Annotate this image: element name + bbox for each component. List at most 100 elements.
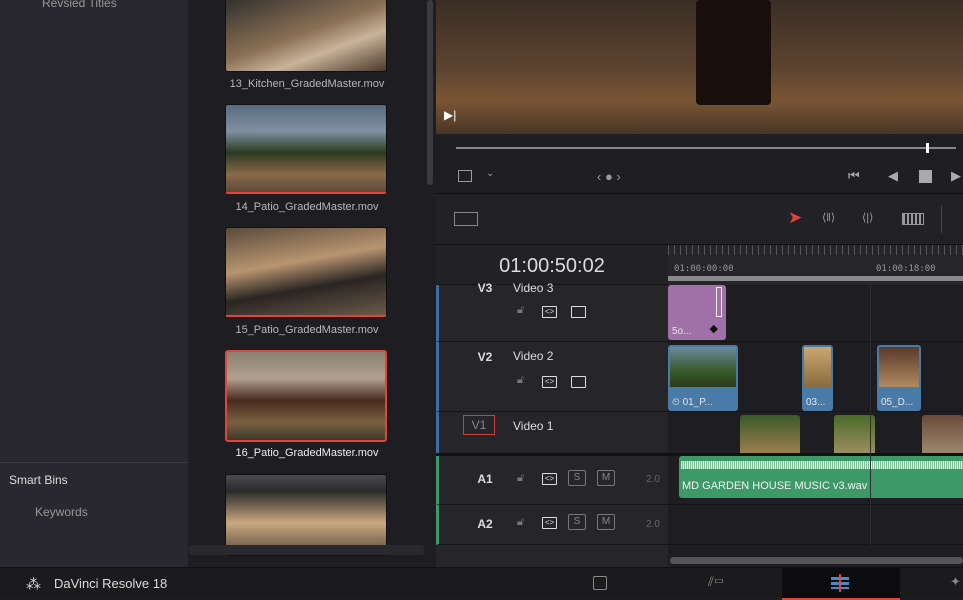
track-header-a2: A2 🔓︎ <> S M 2.0: [436, 505, 668, 545]
playhead-icon-part: [839, 574, 841, 592]
video-clip[interactable]: [740, 415, 800, 455]
davinci-logo-icon: ⁂: [26, 576, 41, 593]
play-to-end-icon[interactable]: ▶|: [444, 108, 456, 122]
track-enable-icon[interactable]: [571, 376, 586, 388]
lock-icon[interactable]: 🔓︎: [517, 516, 524, 529]
clip-thumbnail[interactable]: [225, 474, 387, 556]
clip-thumbnail-selected[interactable]: [225, 350, 387, 442]
dynamic-trim-icon[interactable]: ⟨|⟩: [862, 211, 873, 224]
audio-clip[interactable]: MD GARDEN HOUSE MUSIC v3.wav: [679, 456, 963, 498]
clip-name: 14_Patio_GradedMaster.mov: [235, 201, 379, 213]
track-name[interactable]: Video 3: [513, 281, 553, 295]
wine-bottle: [696, 0, 771, 105]
clip-thumbnail[interactable]: [225, 0, 387, 72]
video-clip[interactable]: ⏲ 01_P...: [668, 345, 738, 411]
clip-name: 5o...: [672, 326, 692, 337]
solo-button[interactable]: S: [568, 470, 586, 486]
mute-button[interactable]: M: [597, 470, 615, 486]
lock-icon[interactable]: 🔓︎: [517, 472, 524, 485]
bin-revised-titles[interactable]: Revsied Titles: [42, 0, 117, 10]
clip-name: 03...: [806, 397, 826, 408]
clip-name: 13_Kitchen_GradedMaster.mov: [229, 78, 385, 90]
track-name[interactable]: Video 2: [513, 349, 553, 363]
track-level: 2.0: [646, 474, 660, 485]
fusion-page-icon[interactable]: ✦: [950, 574, 961, 590]
keyframe-icon: ◆: [709, 323, 718, 335]
track-id: V2: [477, 350, 493, 364]
skip-to-start-icon[interactable]: ⏮: [848, 168, 860, 184]
play-icon[interactable]: ▶: [951, 168, 961, 184]
track-id: A1: [477, 472, 493, 486]
solo-button[interactable]: S: [568, 514, 586, 530]
video-clip[interactable]: 03...: [802, 345, 833, 411]
track-level: 2.0: [646, 519, 660, 530]
clip-thumbnail[interactable]: [225, 104, 387, 194]
track-header-footer: [436, 545, 668, 567]
play-reverse-icon[interactable]: ◀: [888, 168, 898, 184]
auto-select-icon[interactable]: <>: [542, 517, 557, 529]
track-id: V3: [477, 281, 493, 295]
clip-name: ⏲ 01_P...: [672, 397, 713, 408]
smart-bins-header[interactable]: Smart Bins: [9, 473, 68, 487]
track-area-v2: ⏲ 01_P... 03... 05_D...: [668, 342, 963, 412]
divider: [941, 205, 942, 233]
timeline-range-bar[interactable]: [668, 276, 963, 281]
lock-icon[interactable]: 🔓︎: [517, 374, 524, 387]
clip-thumbnail: [879, 347, 919, 387]
playhead-handle[interactable]: [926, 143, 929, 153]
smart-bin-keywords[interactable]: Keywords: [35, 505, 88, 519]
clip-name: MD GARDEN HOUSE MUSIC v3.wav: [682, 480, 868, 492]
ruler-ticks: [668, 245, 963, 255]
track-area-a1: MD GARDEN HOUSE MUSIC v3.wav: [668, 456, 963, 505]
blade-tool-icon[interactable]: [902, 213, 924, 225]
video-clip[interactable]: [834, 415, 875, 455]
media-pool-scrollbar[interactable]: [427, 0, 433, 185]
app-name: DaVinci Resolve 18: [54, 576, 168, 591]
transform-icon[interactable]: [458, 170, 472, 182]
track-header-v1: V1 Video 1: [436, 412, 668, 455]
ruler-label: 01:00:18:00: [876, 264, 936, 274]
stop-icon[interactable]: [919, 170, 932, 183]
media-pool-hscrollbar[interactable]: [189, 545, 424, 555]
track-area-a2: [668, 505, 963, 545]
edit-page-tab[interactable]: [782, 568, 900, 600]
selection-tool-icon[interactable]: ➤: [788, 208, 802, 228]
title-clip[interactable]: 5o... ◆: [668, 285, 726, 340]
video-clip[interactable]: 05_D...: [877, 345, 921, 411]
media-page-icon[interactable]: [593, 576, 607, 590]
trim-tool-icon[interactable]: ⟨‖⟩: [822, 211, 835, 224]
timeline-hscrollbar[interactable]: [670, 557, 963, 564]
auto-select-icon[interactable]: <>: [542, 306, 557, 318]
clip-thumbnail: [670, 347, 736, 387]
timeline-view-options-icon[interactable]: [454, 212, 478, 226]
auto-select-icon[interactable]: <>: [542, 376, 557, 388]
track-header-v3: V3 Video 3 🔓︎ <>: [436, 281, 668, 342]
track-enable-icon[interactable]: [571, 306, 586, 318]
video-clip[interactable]: [922, 415, 963, 455]
timeline-ruler[interactable]: 01:00:00:00 01:00:18:00: [668, 245, 963, 285]
audio-waveform: [681, 461, 963, 469]
lock-icon[interactable]: 🔓︎: [517, 304, 524, 317]
auto-select-icon[interactable]: <>: [542, 473, 557, 485]
clip-name: 15_Patio_GradedMaster.mov: [235, 324, 379, 336]
mute-button[interactable]: M: [597, 514, 615, 530]
clip-name-text: 01_P...: [682, 397, 713, 408]
divider: [0, 462, 188, 463]
clip-thumbnail[interactable]: [225, 227, 387, 317]
timecode-display: 01:00:50:02: [436, 245, 668, 285]
ruler-label: 01:00:00:00: [674, 264, 734, 274]
track-id: A2: [477, 517, 493, 531]
track-area-v3: 5o... ◆: [668, 285, 963, 342]
track-id[interactable]: V1: [463, 415, 495, 435]
clip-name: 05_D...: [881, 397, 914, 408]
cut-page-icon[interactable]: ⫽▭: [708, 574, 724, 590]
chevron-down-icon[interactable]: ⌄: [486, 168, 494, 179]
timeline-footer: [668, 545, 963, 567]
track-header-a1: A1 🔓︎ <> S M 2.0: [436, 456, 668, 505]
prev-next-nav-icon[interactable]: ‹ ● ›: [597, 169, 621, 184]
clip-name: 16_Patio_GradedMaster.mov: [235, 447, 379, 459]
track-name[interactable]: Video 1: [513, 419, 553, 433]
scrubber[interactable]: [456, 147, 956, 149]
grid-line: [870, 285, 871, 545]
track-header-v2: V2 Video 2 🔓︎ <>: [436, 342, 668, 412]
